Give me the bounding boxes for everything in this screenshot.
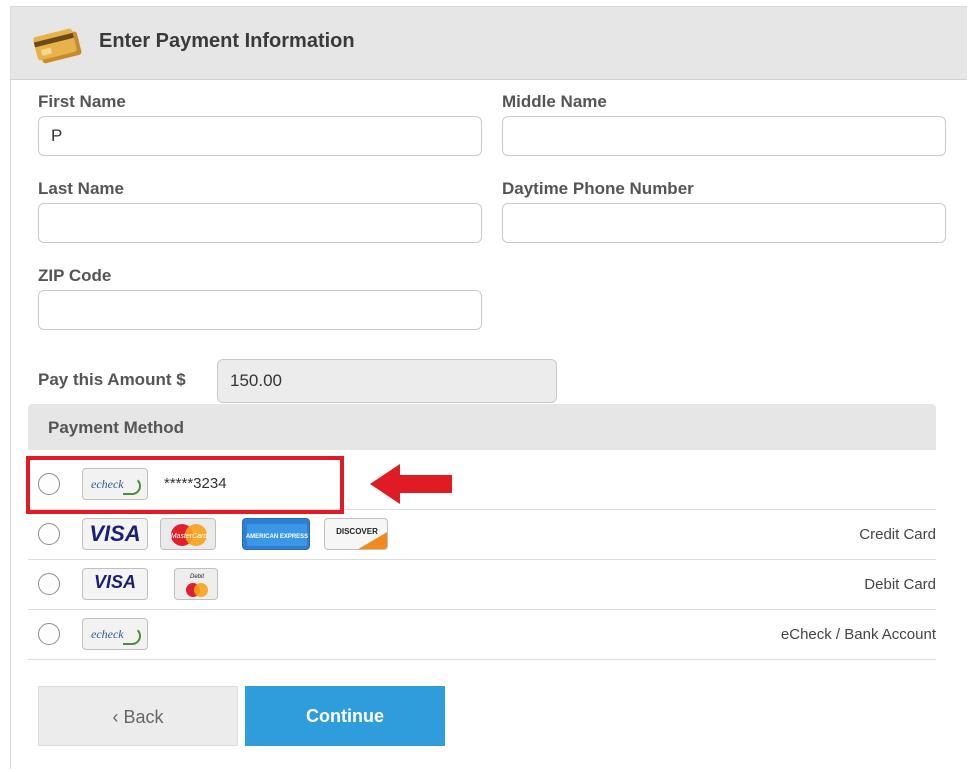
amount-field[interactable]: 150.00 bbox=[217, 359, 557, 403]
middle-name-input[interactable] bbox=[502, 116, 946, 156]
last-name-label: Last Name bbox=[38, 179, 124, 198]
credit-cards-icon bbox=[33, 28, 82, 64]
svg-text:Debit: Debit bbox=[190, 574, 204, 580]
payment-method-header: Payment Method bbox=[28, 404, 936, 450]
credit-card-row[interactable]: VISA MasterCard AMERICAN EXPRESS DISCOVE… bbox=[28, 510, 936, 560]
svg-text:MasterCard: MasterCard bbox=[171, 533, 209, 540]
echeck-label: eCheck / Bank Account bbox=[780, 626, 936, 643]
svg-text:DISCOVER: DISCOVER bbox=[336, 527, 378, 536]
back-button[interactable]: ‹ Back bbox=[38, 686, 238, 746]
debit-card-row[interactable]: VISA Debit Debit Card bbox=[28, 560, 936, 610]
visa-logo-icon: VISA bbox=[82, 518, 148, 550]
zip-label: ZIP Code bbox=[38, 266, 112, 285]
svg-text:AMERICAN EXPRESS: AMERICAN EXPRESS bbox=[246, 534, 308, 540]
phone-label: Daytime Phone Number bbox=[502, 179, 694, 198]
echeck-radio[interactable] bbox=[38, 623, 60, 645]
debit-card-label: Debit Card bbox=[864, 576, 936, 593]
first-name-label: First Name bbox=[38, 92, 126, 111]
mastercard-debit-logo-icon: Debit bbox=[174, 568, 218, 600]
discover-logo-icon: DISCOVER bbox=[324, 518, 388, 550]
first-name-input[interactable]: P bbox=[38, 116, 482, 156]
echeck-logo-icon: echeck bbox=[82, 618, 148, 650]
credit-card-radio[interactable] bbox=[38, 523, 60, 545]
page-title: Enter Payment Information bbox=[99, 30, 355, 52]
echeck-row[interactable]: echeck eCheck / Bank Account bbox=[28, 610, 936, 660]
middle-name-label: Middle Name bbox=[502, 92, 607, 111]
highlight-box bbox=[26, 456, 344, 514]
amex-logo-icon: AMERICAN EXPRESS bbox=[242, 518, 310, 550]
continue-button[interactable]: Continue bbox=[245, 686, 445, 746]
visa-debit-logo-icon: VISA bbox=[82, 568, 148, 600]
mastercard-logo-icon: MasterCard bbox=[160, 518, 216, 550]
zip-input[interactable] bbox=[38, 290, 482, 330]
phone-input[interactable] bbox=[502, 203, 946, 243]
last-name-input[interactable] bbox=[38, 203, 482, 243]
debit-card-radio[interactable] bbox=[38, 573, 60, 595]
payment-method-title: Payment Method bbox=[48, 418, 185, 437]
left-arrow-icon bbox=[370, 464, 452, 504]
credit-card-label: Credit Card bbox=[859, 526, 936, 543]
panel-header: Enter Payment Information bbox=[11, 7, 967, 80]
amount-label: Pay this Amount $ bbox=[38, 370, 186, 389]
